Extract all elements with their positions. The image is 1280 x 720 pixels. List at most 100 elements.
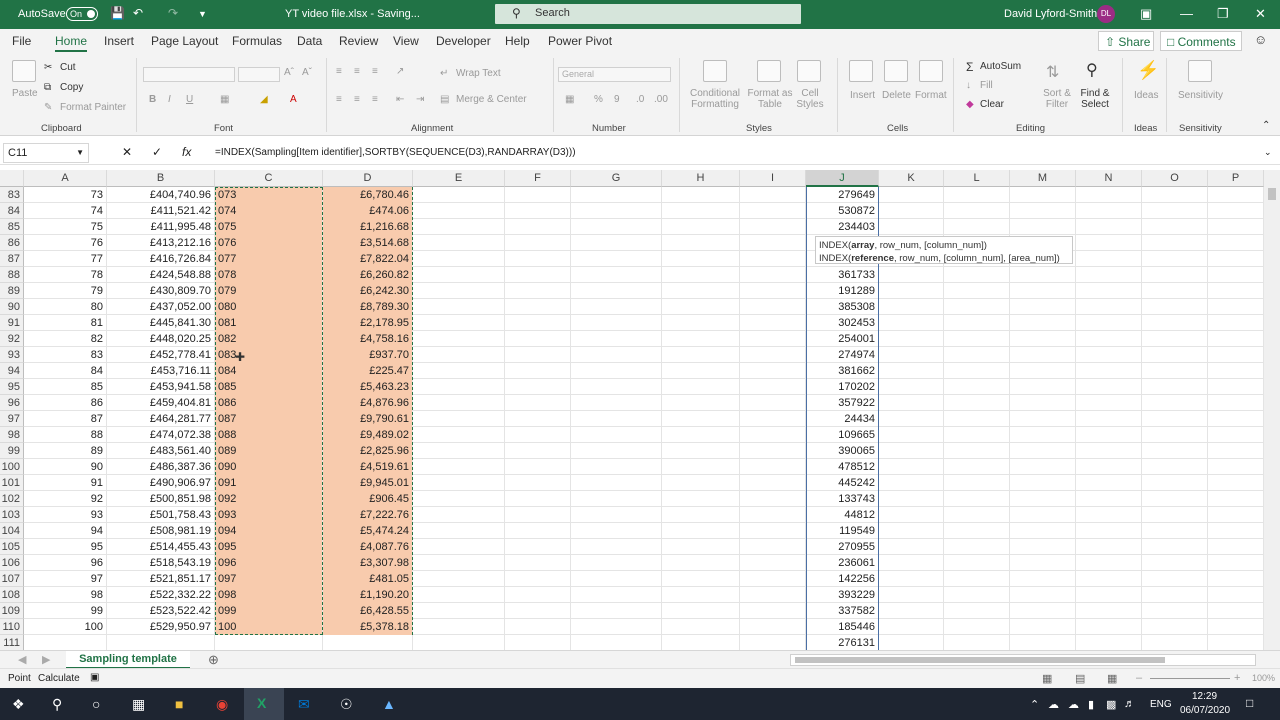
row-header[interactable]: 110 xyxy=(0,619,24,635)
cell-b[interactable]: £483,561.40 xyxy=(107,443,214,459)
fill-button[interactable]: Fill xyxy=(980,80,993,91)
cell-a[interactable]: 96 xyxy=(24,555,106,571)
windows-start-icon[interactable]: ❖ xyxy=(12,696,25,713)
file-explorer-icon[interactable]: ■ xyxy=(175,696,183,712)
delete-cells-icon[interactable] xyxy=(884,60,908,82)
select-all-corner[interactable] xyxy=(0,170,24,187)
decrease-decimal-icon[interactable]: .00 xyxy=(654,94,668,105)
cell-d[interactable] xyxy=(323,635,412,650)
row-header[interactable]: 99 xyxy=(0,443,24,459)
copy-icon[interactable]: ⧉ xyxy=(44,82,51,93)
cell-d[interactable]: £6,428.55 xyxy=(323,603,412,619)
cell-d[interactable]: £4,087.76 xyxy=(323,539,412,555)
cell-b[interactable]: £416,726.84 xyxy=(107,251,214,267)
cell-d[interactable]: £6,260.82 xyxy=(323,267,412,283)
app-icon-2[interactable]: ▲ xyxy=(382,696,396,712)
column-header-p[interactable]: P xyxy=(1208,170,1264,187)
cell-b[interactable]: £459,404.81 xyxy=(107,395,214,411)
maximize-icon[interactable]: ❐ xyxy=(1217,6,1229,22)
bold-button[interactable]: B xyxy=(149,94,156,105)
column-header-o[interactable]: O xyxy=(1142,170,1208,187)
delete-cells-button[interactable]: Delete xyxy=(882,90,911,101)
find-select-icon[interactable]: ⚲ xyxy=(1086,60,1098,80)
fill-color-icon[interactable]: ◢ xyxy=(260,94,268,105)
clock-date[interactable]: 06/07/2020 xyxy=(1180,705,1230,716)
clock-time[interactable]: 12:29 xyxy=(1192,691,1217,702)
cell-j[interactable]: 234403 xyxy=(806,219,878,235)
sensitivity-icon[interactable] xyxy=(1188,60,1212,82)
number-format-combo[interactable]: General xyxy=(558,67,671,82)
row-header[interactable]: 84 xyxy=(0,203,24,219)
wrap-text-icon[interactable]: ↵ xyxy=(440,68,448,79)
zoom-level[interactable]: 100% xyxy=(1252,673,1275,683)
cell-c[interactable]: 080 xyxy=(215,299,322,315)
cell-c[interactable]: 079 xyxy=(215,283,322,299)
cell-c[interactable]: 078 xyxy=(215,267,322,283)
column-header-a[interactable]: A xyxy=(24,170,107,187)
tab-review[interactable]: Review xyxy=(339,34,378,48)
cell-c[interactable]: 093 xyxy=(215,507,322,523)
cell-d[interactable]: £7,222.76 xyxy=(323,507,412,523)
excel-taskbar-button[interactable]: X xyxy=(244,688,284,720)
cell-b[interactable]: £404,740.96 xyxy=(107,187,214,203)
cell-j[interactable]: 254001 xyxy=(806,331,878,347)
cell-a[interactable]: 90 xyxy=(24,459,106,475)
row-header[interactable]: 111 xyxy=(0,635,24,650)
tooltip-line-array[interactable]: INDEX(array, row_num, [column_num]) xyxy=(819,239,1069,252)
cell-d[interactable]: £9,945.01 xyxy=(323,475,412,491)
search-icon[interactable]: ⚲ xyxy=(52,696,62,713)
normal-view-icon[interactable]: ▦ xyxy=(1042,672,1052,685)
tab-formulas[interactable]: Formulas xyxy=(232,34,282,48)
cell-a[interactable]: 83 xyxy=(24,347,106,363)
row-header[interactable]: 107 xyxy=(0,571,24,587)
cell-d[interactable]: £8,789.30 xyxy=(323,299,412,315)
font-size-combo[interactable] xyxy=(238,67,280,82)
cell-a[interactable]: 97 xyxy=(24,571,106,587)
align-bottom-icon[interactable]: ≡ xyxy=(372,66,378,77)
column-header-f[interactable]: F xyxy=(505,170,571,187)
cell-j[interactable]: 133743 xyxy=(806,491,878,507)
tab-power-pivot[interactable]: Power Pivot xyxy=(548,34,612,48)
cell-c[interactable]: 100 xyxy=(215,619,322,635)
page-break-view-icon[interactable]: ▦ xyxy=(1107,672,1117,685)
status-calculate[interactable]: Calculate xyxy=(38,673,80,684)
column-header-m[interactable]: M xyxy=(1010,170,1076,187)
percent-icon[interactable]: % xyxy=(594,94,603,105)
share-button[interactable]: ⇧ Share xyxy=(1098,31,1154,51)
row-header[interactable]: 98 xyxy=(0,427,24,443)
row-header[interactable]: 95 xyxy=(0,379,24,395)
column-header-i[interactable]: I xyxy=(740,170,806,187)
expand-formula-bar-icon[interactable]: ⌄ xyxy=(1264,147,1272,158)
cell-c[interactable]: 083 xyxy=(215,347,322,363)
cell-a[interactable]: 74 xyxy=(24,203,106,219)
cell-j[interactable]: 119549 xyxy=(806,523,878,539)
row-header[interactable]: 102 xyxy=(0,491,24,507)
enter-icon[interactable]: ✓ xyxy=(152,145,162,159)
cell-c[interactable]: 096 xyxy=(215,555,322,571)
prev-sheet-icon[interactable]: ◀ xyxy=(18,653,26,666)
cell-j[interactable]: 361733 xyxy=(806,267,878,283)
cell-j[interactable]: 44812 xyxy=(806,507,878,523)
find-select-button[interactable]: Find & Select xyxy=(1076,88,1114,110)
insert-cells-icon[interactable] xyxy=(849,60,873,82)
cell-a[interactable]: 98 xyxy=(24,587,106,603)
row-header[interactable]: 105 xyxy=(0,539,24,555)
cell-j[interactable]: 381662 xyxy=(806,363,878,379)
macro-record-icon[interactable]: ▣ xyxy=(90,672,99,683)
format-as-table-icon[interactable] xyxy=(757,60,781,82)
cell-c[interactable]: 090 xyxy=(215,459,322,475)
zoom-in-icon[interactable]: + xyxy=(1234,672,1240,684)
chrome-icon[interactable]: ◉ xyxy=(216,696,228,713)
cell-a[interactable]: 93 xyxy=(24,507,106,523)
format-as-table-button[interactable]: Format as Table xyxy=(747,88,793,110)
decrease-font-icon[interactable]: Aˇ xyxy=(302,67,312,78)
cell-b[interactable]: £411,995.48 xyxy=(107,219,214,235)
column-header-l[interactable]: L xyxy=(944,170,1010,187)
cell-j[interactable]: 276131 xyxy=(806,635,878,650)
paste-icon[interactable] xyxy=(12,60,36,82)
column-header-j[interactable]: J xyxy=(806,170,879,187)
cell-c[interactable]: 099 xyxy=(215,603,322,619)
cell-c[interactable]: 082 xyxy=(215,331,322,347)
cell-c[interactable]: 098 xyxy=(215,587,322,603)
cell-d[interactable]: £937.70 xyxy=(323,347,412,363)
